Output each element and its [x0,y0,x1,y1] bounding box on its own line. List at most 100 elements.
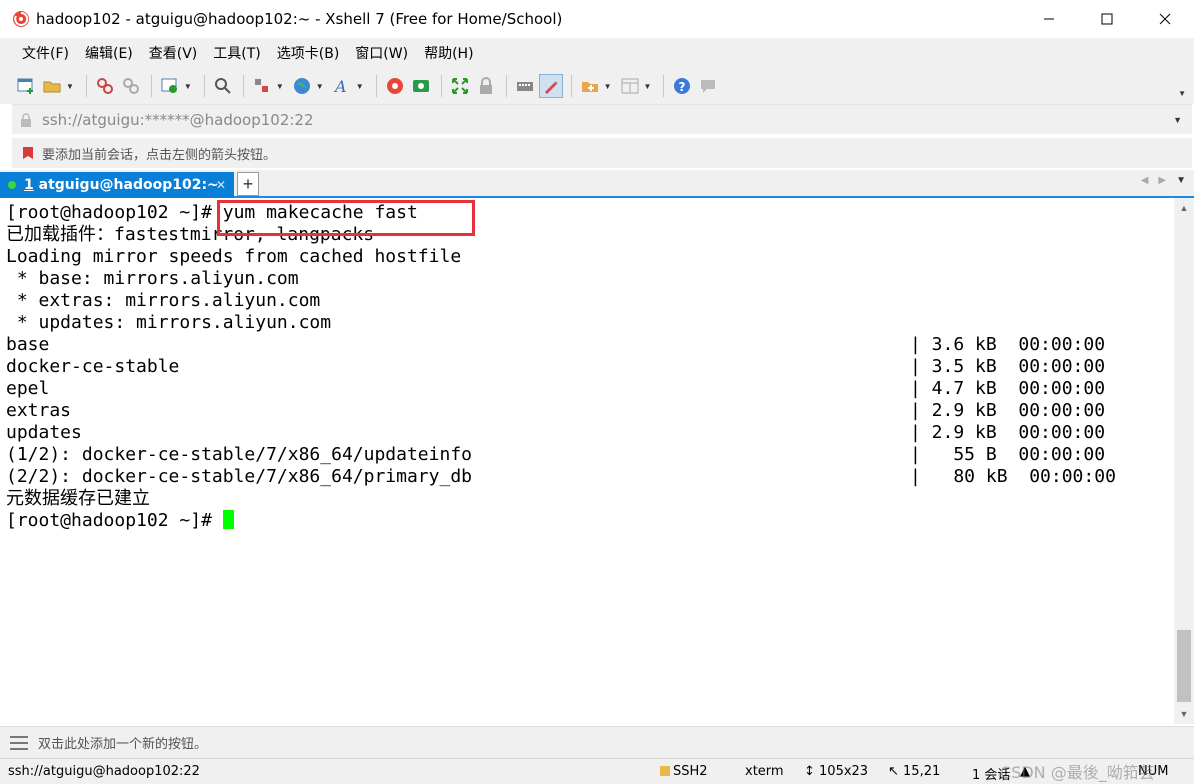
keyboard-icon[interactable] [513,74,537,98]
font-icon[interactable]: A [330,74,354,98]
new-tab-folder-icon[interactable] [578,74,602,98]
tab-session[interactable]: 1 atguigu@hadoop102:~ ✕ [0,172,234,198]
quick-command-hint: 双击此处添加一个新的按钮。 [38,737,208,752]
properties-dropdown-icon[interactable]: ▼ [184,82,192,91]
chat-icon[interactable] [696,74,720,98]
title-bar: hadoop102 - atguigu@hadoop102:~ - Xshell… [0,0,1194,38]
terminal-line-text: (2/2): docker-ce-stable/7/x86_64/primary… [6,466,472,487]
xshell-app-icon[interactable] [10,8,32,30]
menu-bar: 文件(F) 编辑(E) 查看(V) 工具(T) 选项卡(B) 窗口(W) 帮助(… [0,38,1194,68]
status-bar: ssh://atguigu@hadoop102:22 SSH2 xterm ↕ … [0,758,1194,784]
menu-tools[interactable]: 工具(T) [205,43,268,63]
font-dropdown-icon[interactable]: ▼ [356,82,364,91]
bookmark-arrow-icon[interactable] [20,145,36,161]
terminal-line-stats: | 55 B 00:00:00 [910,444,1106,465]
terminal-line-text: extras [6,400,72,421]
menu-window[interactable]: 窗口(W) [347,43,416,63]
terminal-line: base | 3.6 kB 00:00:00 [6,334,1174,356]
terminal-prompt: [root@hadoop102 ~]# [6,510,223,531]
add-tab-button[interactable]: + [237,172,259,196]
toolbar-separator [570,75,572,97]
terminal-line: * base: mirrors.aliyun.com [6,268,1174,290]
terminal-line-stats: | 3.5 kB 00:00:00 [910,356,1106,377]
terminal-line: 元数据缓存已建立 [6,488,1174,510]
find-icon[interactable] [211,74,235,98]
terminal-cursor [222,510,234,529]
disconnect-icon[interactable] [119,74,143,98]
terminal-line-text: Loading mirror speeds from cached hostfi… [6,246,462,267]
tab-next-icon[interactable]: ▶ [1158,175,1166,186]
protocol-lock-icon [660,766,670,776]
toolbar-separator [85,75,87,97]
compose-icon[interactable] [538,74,563,98]
quick-command-bar[interactable]: 双击此处添加一个新的按钮。 [0,726,1194,758]
menu-view[interactable]: 查看(V) [141,43,206,63]
terminal-line-stats: | 2.9 kB 00:00:00 [910,400,1106,421]
layout-icon[interactable] [250,74,274,98]
terminal-line: (2/2): docker-ce-stable/7/x86_64/primary… [6,466,1174,488]
address-dropdown-icon[interactable]: ▼ [1173,115,1182,125]
tab-close-icon[interactable]: ✕ [216,178,226,192]
toolbar: ▼ ▼ ▼ ▼ A ▼ ▼ ▼ ? ▼ [0,68,1194,104]
globe-icon[interactable] [290,74,314,98]
toolbar-overflow-icon[interactable]: ▼ [1178,89,1186,98]
tab-list-dropdown-icon[interactable]: ▼ [1176,175,1186,186]
connected-status-icon [8,181,16,189]
toolbar-separator [242,75,244,97]
terminal-line-text: * extras: mirrors.aliyun.com [6,290,321,311]
scroll-thumb[interactable] [1177,630,1191,702]
globe-dropdown-icon[interactable]: ▼ [316,82,324,91]
connect-icon[interactable] [93,74,117,98]
menu-lines-icon[interactable] [10,735,28,750]
address-bar[interactable]: ssh://atguigu:******@hadoop102:22 ▼ [12,104,1192,134]
scroll-down-icon[interactable]: ▼ [1174,706,1194,722]
terminal-line-text: base [6,334,50,355]
address-input[interactable]: ssh://atguigu:******@hadoop102:22 [42,111,314,129]
status-size: ↕ 105x23 [804,764,869,779]
resize-icon: ↕ [804,764,820,779]
terminal-line: updates | 2.9 kB 00:00:00 [6,422,1174,444]
xshell-icon[interactable] [383,74,407,98]
open-folder-icon[interactable] [40,74,64,98]
lock-icon[interactable] [474,74,498,98]
tab-bar: 1 atguigu@hadoop102:~ ✕ + ◀ ▶ ▼ [0,170,1194,198]
session-hint-bar: 要添加当前会话，点击左侧的箭头按钮。 [12,138,1192,168]
help-icon[interactable]: ? [670,74,694,98]
status-protocol: SSH2 [660,764,708,779]
hint-text: 要添加当前会话，点击左侧的箭头按钮。 [42,147,277,163]
minimize-button[interactable] [1020,0,1078,38]
tile-dropdown-icon[interactable]: ▼ [644,82,652,91]
command-highlight-box [217,200,475,236]
status-cursor-pos: ↖ 15,21 [888,764,941,779]
properties-icon[interactable] [158,74,182,98]
terminal-scrollbar[interactable]: ▲ ▼ [1174,198,1194,724]
maximize-button[interactable] [1078,0,1136,38]
terminal-line-stats: | 2.9 kB 00:00:00 [910,422,1106,443]
menu-file[interactable]: 文件(F) [14,43,77,63]
tab-prev-icon[interactable]: ◀ [1141,175,1149,186]
tab-folder-dropdown-icon[interactable]: ▼ [604,82,612,91]
terminal-line-text: epel [6,378,50,399]
layout-dropdown-icon[interactable]: ▼ [276,82,284,91]
toolbar-separator [150,75,152,97]
toolbar-separator [440,75,442,97]
terminal-line-text: (1/2): docker-ce-stable/7/x86_64/updatei… [6,444,472,465]
xftp-icon[interactable] [409,74,433,98]
terminal-prompt-line: [root@hadoop102 ~]# [6,510,1174,532]
menu-tab[interactable]: 选项卡(B) [269,43,348,63]
new-session-icon[interactable] [14,74,38,98]
terminal-line-text: * base: mirrors.aliyun.com [6,268,299,289]
open-dropdown-icon[interactable]: ▼ [66,82,74,91]
terminal-line: (1/2): docker-ce-stable/7/x86_64/updatei… [6,444,1174,466]
terminal-output[interactable]: [root@hadoop102 ~]# yum makecache fast 已加… [0,198,1174,724]
menu-edit[interactable]: 编辑(E) [77,43,141,63]
fullscreen-icon[interactable] [448,74,472,98]
tile-icon[interactable] [618,74,642,98]
scroll-up-icon[interactable]: ▲ [1174,200,1194,216]
close-button[interactable] [1136,0,1194,38]
terminal-line: * extras: mirrors.aliyun.com [6,290,1174,312]
terminal-line-text: * updates: mirrors.aliyun.com [6,312,332,333]
terminal-line: [root@hadoop102 ~]# yum makecache fast [6,202,1174,224]
menu-help[interactable]: 帮助(H) [416,43,481,63]
terminal-line-text: docker-ce-stable [6,356,180,377]
